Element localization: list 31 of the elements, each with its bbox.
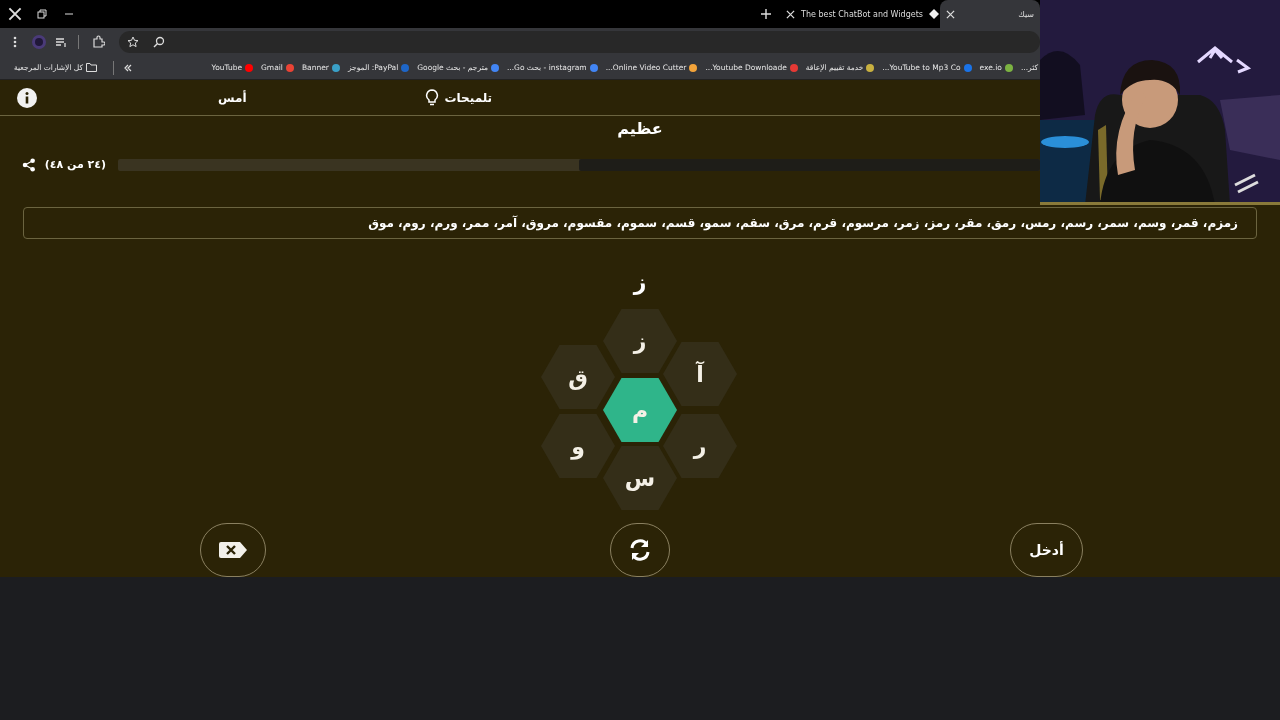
letter-tile[interactable]: و	[541, 414, 615, 478]
typed-word: ز	[633, 269, 647, 297]
share-icon[interactable]	[22, 156, 36, 174]
backspace-icon	[218, 541, 248, 559]
found-words-box[interactable]: زمزم، قمر، وسم، سمر، رسم، رمس، رمق، مقر، رمز، زمر، مرسوم، قرم، مرق، سقم، سمو، قسم، سموم، مقسوم، مروق، آمر، ممر، ورم، روم، موق	[23, 207, 1257, 239]
browser-tab[interactable]: The best ChatBot and Widgets	[780, 0, 940, 28]
refresh-icon	[628, 538, 652, 562]
list-icon[interactable]	[54, 35, 68, 49]
info-icon[interactable]	[17, 87, 37, 108]
letter-tile[interactable]: ر	[663, 414, 737, 478]
puzzle-icon[interactable]	[91, 35, 105, 49]
close-icon[interactable]	[786, 9, 795, 19]
yesterday-link[interactable]: أمس	[218, 90, 247, 105]
letter-tile[interactable]: ق	[541, 345, 615, 409]
progress-count: (٢٤ من ٤٨)	[44, 157, 106, 173]
new-tab-icon[interactable]	[760, 8, 772, 20]
letter-tile[interactable]: آ	[663, 342, 737, 406]
zoom-icon[interactable]	[153, 36, 165, 48]
close-icon[interactable]	[946, 9, 955, 19]
folder-icon	[86, 63, 98, 72]
browser-tab[interactable]: سيك	[940, 0, 1040, 28]
rank-label: عظيم	[617, 118, 663, 140]
diamond-icon	[928, 9, 939, 19]
restore-icon[interactable]	[35, 7, 49, 21]
letter-tile[interactable]: س	[603, 446, 677, 510]
star-icon[interactable]	[127, 36, 139, 48]
hints-button[interactable]: تلميحات	[424, 88, 493, 107]
close-icon[interactable]	[8, 7, 22, 21]
chevron-icon[interactable]	[122, 62, 133, 73]
lightbulb-icon	[424, 88, 439, 107]
letter-tile[interactable]: ز	[603, 309, 677, 373]
